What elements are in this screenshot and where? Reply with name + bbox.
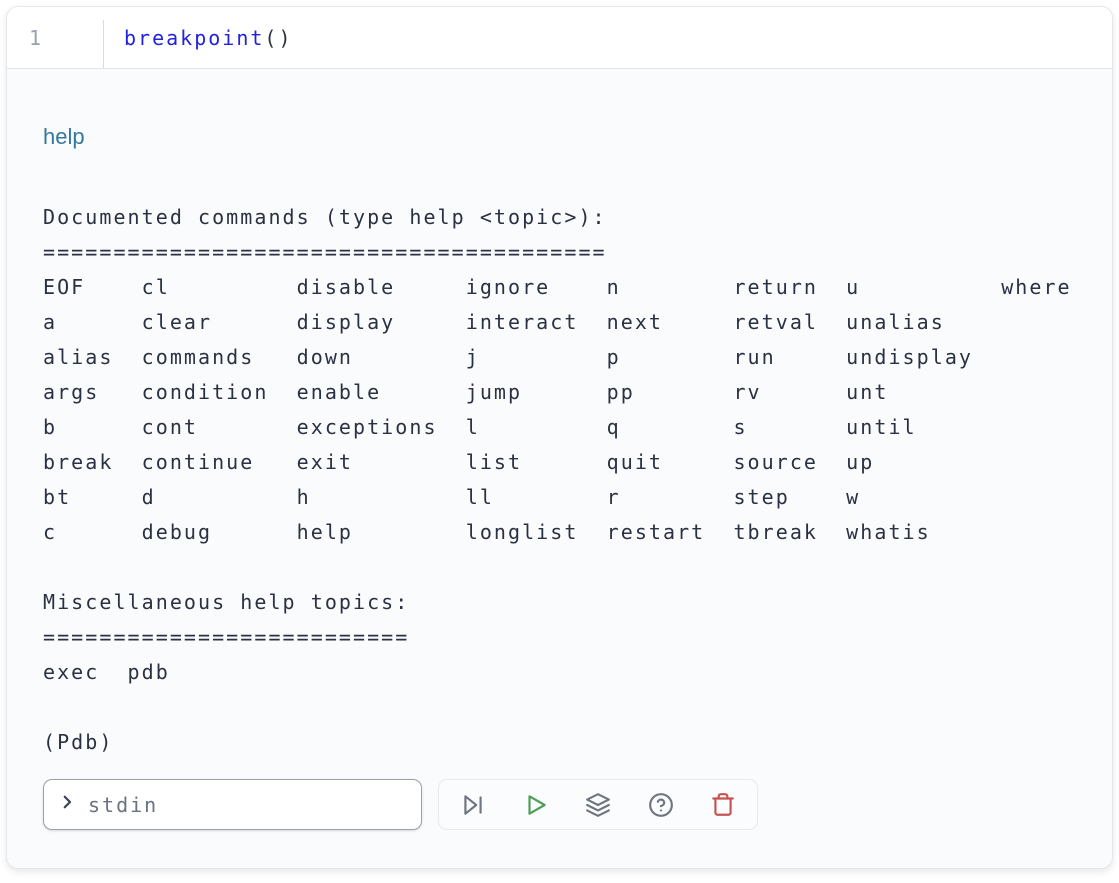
chevron-right-icon (58, 793, 76, 816)
debugger-toolbar (438, 779, 758, 830)
code-line[interactable]: breakpoint() (124, 26, 293, 50)
play-icon (523, 792, 549, 818)
entered-command-label: help (43, 123, 1076, 151)
delete-button[interactable] (709, 791, 737, 819)
code-parens: () (264, 26, 292, 50)
console-output-area: help Documented commands (type help <top… (7, 69, 1112, 868)
stdin-input[interactable] (86, 792, 407, 818)
skip-forward-icon (460, 792, 486, 818)
stdin-inputbox[interactable] (43, 779, 422, 830)
gutter-divider (103, 20, 104, 68)
debugger-cell: 1 breakpoint() help Documented commands … (6, 6, 1113, 869)
help-button[interactable] (647, 791, 675, 819)
stack-button[interactable] (584, 791, 612, 819)
trash-icon (710, 792, 736, 818)
pdb-console-output: Documented commands (type help <topic>):… (43, 200, 1076, 760)
line-number-gutter: 1 (7, 26, 103, 50)
code-editor-row: 1 breakpoint() (7, 7, 1112, 69)
help-circle-icon (648, 792, 674, 818)
debugger-controls (43, 779, 1076, 830)
code-function-name: breakpoint (124, 26, 264, 50)
run-button[interactable] (522, 791, 550, 819)
layers-icon (585, 792, 611, 818)
line-number: 1 (29, 26, 43, 50)
step-forward-button[interactable] (459, 791, 487, 819)
